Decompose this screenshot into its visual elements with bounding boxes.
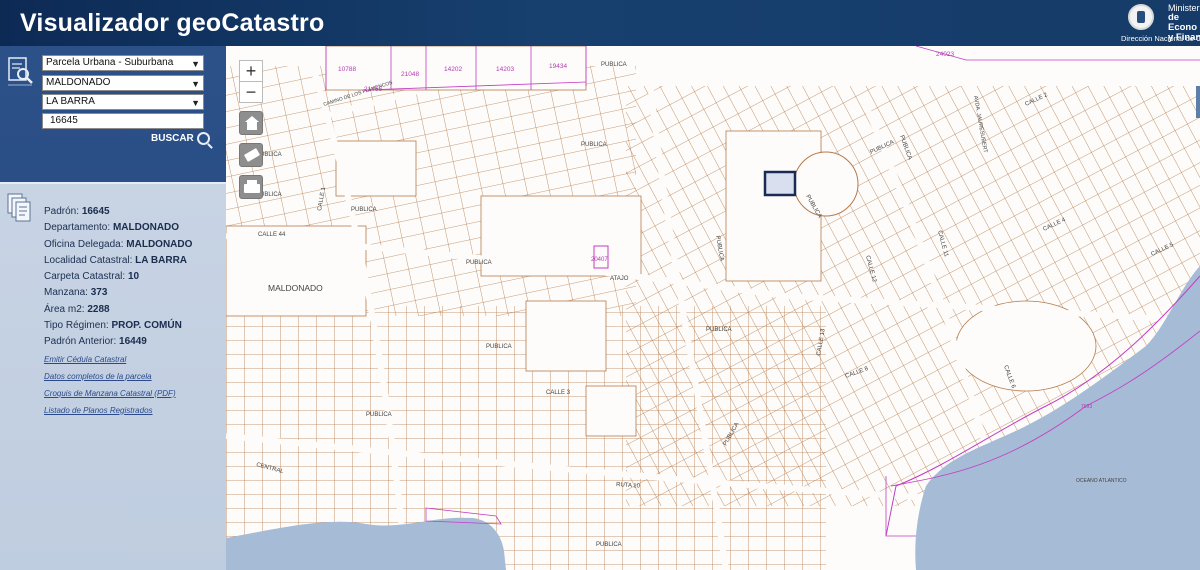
- label-p6: PUBLICA: [486, 344, 512, 350]
- info-oficina: Oficina Delegada: MALDONADO: [44, 238, 193, 250]
- app-header: Visualizador geoCatastro Ministerio de E…: [0, 0, 1200, 46]
- info-manzana: Manzana: 373: [44, 287, 108, 299]
- label-14203: 14203: [496, 66, 514, 73]
- info-localidad: Localidad Catastral: LA BARRA: [44, 254, 188, 266]
- documents-icon: [7, 193, 31, 222]
- search-document-icon: [8, 57, 33, 86]
- selected-parcel[interactable]: [763, 170, 797, 197]
- label-p1: PUBLICA: [601, 62, 627, 68]
- search-button[interactable]: BUSCAR: [151, 132, 210, 145]
- department-select[interactable]: MALDONADO ▼: [42, 75, 204, 91]
- chevron-down-icon: ▼: [191, 79, 200, 89]
- info-padron: Padrón: 16645: [44, 206, 110, 217]
- parcel-info-list: Padrón: 16645 Departamento: MALDONADO Of…: [44, 204, 192, 419]
- zoom-in-button[interactable]: +: [239, 60, 263, 82]
- app-title: Visualizador geoCatastro: [20, 9, 325, 37]
- label-21048: 21048: [401, 71, 419, 78]
- map-scroll-handle[interactable]: [1196, 86, 1200, 118]
- government-seal-icon: [1128, 4, 1154, 30]
- locality-select[interactable]: LA BARRA ▼: [42, 94, 204, 110]
- info-carpeta: Carpeta Catastral: 10: [44, 271, 140, 283]
- info-regimen: Tipo Régimen: PROP. COMÚN: [44, 320, 182, 332]
- direccion-label: Dirección Nacional de C: [1121, 34, 1200, 43]
- link-listado-planos[interactable]: Listado de Planos Registrados: [44, 402, 192, 419]
- label-7993: 7993: [1081, 404, 1092, 410]
- label-oceano: OCEANO ATLANTICO: [1076, 478, 1127, 484]
- info-padron-anterior: Padrón Anterior: 16449: [44, 336, 147, 348]
- label-24023: 24023: [936, 51, 954, 58]
- search-icon: [196, 132, 210, 145]
- link-datos-completos[interactable]: Datos completos de la parcela: [44, 368, 192, 385]
- label-10788: 10788: [338, 66, 356, 73]
- info-area: Área m2: 2288: [44, 303, 110, 315]
- label-21466: 21466: [364, 86, 382, 93]
- link-emitir-cedula[interactable]: Emitir Cédula Catastral: [44, 351, 192, 368]
- eraser-button[interactable]: [239, 143, 263, 167]
- label-atajo: ATAJO: [610, 276, 629, 282]
- label-p3: PUBLICA: [351, 207, 377, 213]
- parcel-info-panel: Padrón: 16645 Departamento: MALDONADO Of…: [0, 182, 226, 570]
- map-viewport[interactable]: MALDONADO OCEANO ATLANTICO CALLE 44 RUTA…: [226, 46, 1200, 570]
- padron-input[interactable]: 16645: [42, 113, 204, 129]
- zoom-out-button[interactable]: −: [239, 81, 263, 103]
- sidebar: Parcela Urbana - Suburbana ▼ MALDONADO ▼ L…: [0, 46, 226, 570]
- label-p4: PUBLICA: [466, 260, 492, 266]
- link-croquis-manzana[interactable]: Croquis de Manzana Catastral (PDF): [44, 385, 192, 402]
- label-20407: 20407: [591, 257, 608, 263]
- chevron-down-icon: ▼: [191, 98, 200, 108]
- info-departamento: Departamento: MALDONADO: [44, 222, 180, 234]
- label-p2: PUBLICA: [581, 142, 607, 148]
- label-19434: 19434: [549, 63, 567, 70]
- cadastral-map[interactable]: MALDONADO OCEANO ATLANTICO CALLE 44 RUTA…: [226, 46, 1200, 570]
- print-button[interactable]: [239, 175, 263, 199]
- label-maldonado: MALDONADO: [268, 283, 323, 293]
- search-panel: Parcela Urbana - Suburbana ▼ MALDONADO ▼ L…: [0, 46, 226, 182]
- label-14202: 14202: [444, 66, 462, 73]
- label-p12: PUBLICA: [596, 542, 622, 548]
- label-p5: PUBLICA: [706, 327, 732, 333]
- label-p7: PUBLICA: [366, 412, 392, 418]
- parcel-type-select[interactable]: Parcela Urbana - Suburbana ▼: [42, 55, 204, 71]
- label-calle44: CALLE 44: [258, 232, 286, 238]
- chevron-down-icon: ▼: [191, 59, 200, 69]
- home-button[interactable]: [239, 111, 263, 135]
- label-calle3: CALLE 3: [546, 390, 571, 396]
